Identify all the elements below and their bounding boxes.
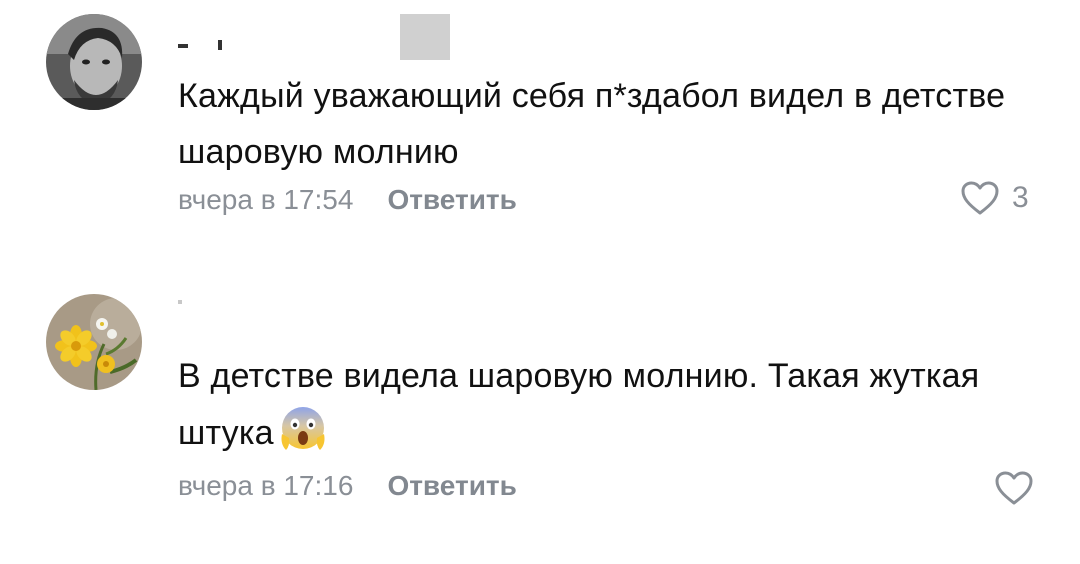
- author-name-redacted-mark: [218, 40, 222, 50]
- comment-text: В детстве видела шаровую молнию. Такая ж…: [178, 348, 1038, 471]
- like-button[interactable]: [994, 470, 1046, 506]
- comment-meta: вчера в 17:16 Ответить: [178, 470, 517, 502]
- comment-timestamp: вчера в 17:54: [178, 184, 354, 215]
- comment-text: Каждый уважающий себя п*здабол видел в д…: [178, 77, 1006, 171]
- man-portrait-avatar: [46, 14, 142, 110]
- screaming-face-emoji: [278, 404, 328, 471]
- author-name-redacted: [178, 44, 188, 48]
- avatar[interactable]: [46, 14, 142, 110]
- heart-outline-icon: [961, 181, 999, 215]
- author-name-redacted-block: [400, 14, 450, 60]
- avatar[interactable]: [46, 294, 142, 390]
- reply-button[interactable]: Ответить: [387, 470, 516, 501]
- heart-outline-icon: [995, 471, 1033, 505]
- comment-item: В детстве видела шаровую молнию. Такая ж…: [0, 280, 1080, 564]
- reply-button[interactable]: Ответить: [387, 184, 516, 215]
- comment-timestamp: вчера в 17:16: [178, 470, 354, 501]
- comment-item: Каждый уважающий себя п*здабол видел в д…: [0, 0, 1080, 260]
- author-name-redacted: [178, 300, 182, 304]
- screaming-face-icon: [281, 407, 325, 450]
- yellow-flower-avatar: [46, 294, 142, 390]
- like-count: 3: [1012, 181, 1029, 214]
- like-button[interactable]: 3: [960, 180, 1029, 216]
- comment-meta: вчера в 17:54 Ответить: [178, 184, 517, 216]
